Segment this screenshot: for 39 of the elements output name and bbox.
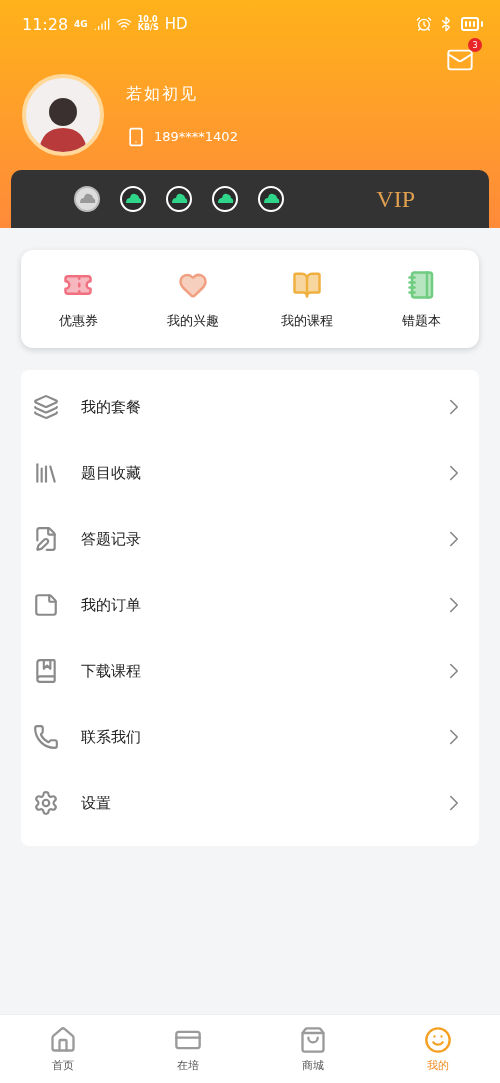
books-icon [33, 460, 59, 486]
menu-item[interactable]: 我的订单 [21, 572, 479, 638]
shopping-bag-icon [298, 1025, 327, 1054]
shortcut-button[interactable]: 优惠券 [21, 270, 136, 330]
settings-icon [33, 790, 59, 816]
network-label: 4G [74, 19, 88, 29]
layers-icon [33, 394, 59, 420]
home-icon [48, 1025, 77, 1054]
note-edit-icon [33, 526, 59, 552]
alarm-icon [416, 16, 432, 32]
menu-item[interactable]: 联系我们 [21, 704, 479, 770]
menu-item[interactable]: 题目收藏 [21, 440, 479, 506]
smile-icon [423, 1025, 452, 1054]
speed-unit: KB/S [137, 24, 159, 32]
vip-label: VIP [376, 185, 415, 213]
menu-item[interactable]: 答题记录 [21, 506, 479, 572]
shortcut-button[interactable]: 我的兴趣 [135, 270, 250, 330]
hd-label: HD [164, 15, 188, 33]
vip-bar[interactable]: VIP [11, 170, 489, 228]
shortcut-button[interactable]: 我的课程 [250, 270, 365, 330]
phone-number: 189****1402 [154, 129, 238, 144]
phone-icon [33, 724, 59, 750]
speed-value: 10.0 [137, 16, 159, 24]
menu-item[interactable]: 下载课程 [21, 638, 479, 704]
signal-icon [93, 16, 110, 32]
tab[interactable]: 首页 [0, 1015, 125, 1083]
tab[interactable]: 商城 [250, 1015, 375, 1083]
book-icon [292, 270, 323, 300]
menu-item[interactable]: 设置 [21, 770, 479, 836]
menu-item[interactable]: 我的套餐 [21, 374, 479, 440]
phone-icon [126, 126, 146, 147]
shortcut-button[interactable]: 错题本 [364, 270, 479, 330]
note-icon [33, 592, 59, 618]
wifi-icon [115, 16, 132, 32]
status-time: 11:28 [22, 14, 69, 34]
tab[interactable]: 在培 [125, 1015, 250, 1083]
notification-badge: 3 [468, 38, 482, 52]
username: 若如初见 [126, 83, 199, 105]
bookmark-icon [33, 658, 59, 684]
